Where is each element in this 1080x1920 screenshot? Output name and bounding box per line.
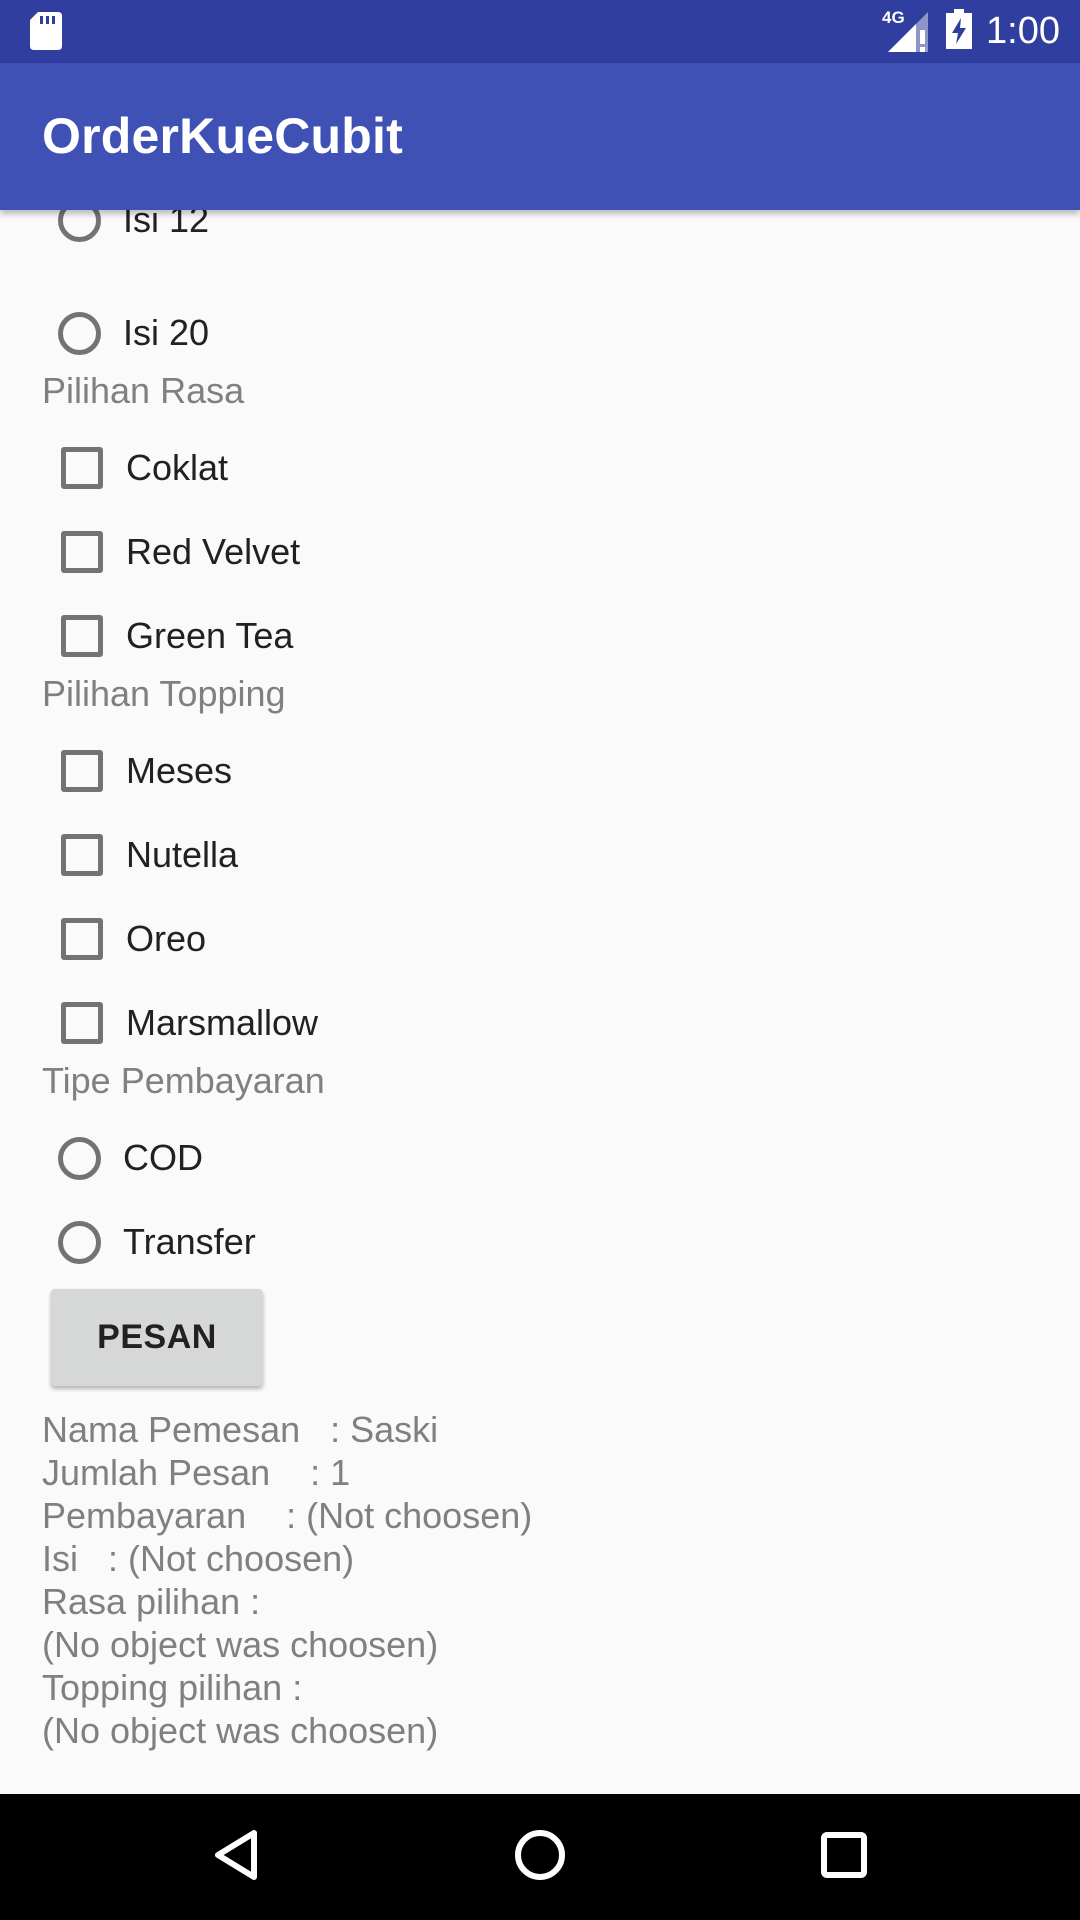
checkbox-green-tea[interactable]: Green Tea bbox=[42, 601, 293, 671]
section-label-pembayaran: Tipe Pembayaran bbox=[42, 1060, 325, 1101]
checkbox-icon[interactable] bbox=[61, 615, 103, 657]
radio-isi-20[interactable]: Isi 20 bbox=[42, 298, 209, 368]
checkbox-icon[interactable] bbox=[61, 834, 103, 876]
checkbox-meses[interactable]: Meses bbox=[42, 736, 232, 806]
summary-line: Rasa pilihan : bbox=[42, 1581, 261, 1622]
signal-icon: 4G bbox=[882, 7, 932, 54]
checkbox-oreo[interactable]: Oreo bbox=[42, 904, 206, 974]
radio-button-icon[interactable] bbox=[58, 210, 101, 242]
back-icon bbox=[212, 1829, 260, 1886]
radio-cod[interactable]: COD bbox=[42, 1123, 203, 1193]
order-form[interactable]: Isi 12 Isi 20 Pilihan Rasa Coklat Red Ve… bbox=[0, 210, 1080, 1794]
radio-transfer[interactable]: Transfer bbox=[42, 1207, 256, 1277]
checkbox-coklat[interactable]: Coklat bbox=[42, 433, 228, 503]
checkbox-icon[interactable] bbox=[61, 918, 103, 960]
radio-label: Transfer bbox=[123, 1221, 256, 1262]
checkbox-label: Meses bbox=[126, 750, 233, 791]
section-label-rasa: Pilihan Rasa bbox=[42, 370, 245, 411]
recents-button[interactable] bbox=[784, 1794, 904, 1920]
status-icons: 4G 1:00 bbox=[882, 0, 1060, 63]
battery-icon bbox=[946, 9, 973, 54]
checkbox-icon[interactable] bbox=[61, 1002, 103, 1044]
network-type-label: 4G bbox=[882, 7, 905, 27]
radio-isi-12[interactable]: Isi 12 bbox=[42, 210, 209, 255]
radio-button-icon[interactable] bbox=[58, 1136, 101, 1180]
back-button[interactable] bbox=[176, 1794, 296, 1920]
app-title: OrderKueCubit bbox=[42, 108, 403, 164]
radio-button-icon[interactable] bbox=[58, 311, 101, 355]
summary-line: Isi : (Not choosen) bbox=[42, 1538, 355, 1579]
checkbox-label: Marsmallow bbox=[126, 1002, 319, 1043]
summary-line: Pembayaran : (Not choosen) bbox=[42, 1495, 533, 1536]
checkbox-label: Nutella bbox=[126, 834, 239, 875]
radio-label: COD bbox=[123, 1137, 203, 1178]
radio-label: Isi 12 bbox=[123, 210, 210, 240]
home-button[interactable] bbox=[480, 1794, 600, 1920]
pesan-button[interactable]: PESAN bbox=[51, 1289, 263, 1386]
home-icon bbox=[514, 1829, 566, 1886]
checkbox-icon[interactable] bbox=[61, 531, 103, 573]
order-summary: Nama Pemesan : Saski Jumlah Pesan : 1 Pe… bbox=[42, 1408, 532, 1752]
recents-icon bbox=[821, 1831, 867, 1883]
navigation-bar bbox=[0, 1794, 1080, 1920]
summary-line: Topping pilihan : bbox=[42, 1667, 303, 1708]
checkbox-marsmallow[interactable]: Marsmallow bbox=[42, 988, 318, 1058]
checkbox-label: Red Velvet bbox=[126, 531, 301, 572]
checkbox-label: Coklat bbox=[126, 447, 229, 488]
summary-line: Jumlah Pesan : 1 bbox=[42, 1452, 351, 1493]
summary-line: (No object was choosen) bbox=[42, 1710, 439, 1751]
checkbox-nutella[interactable]: Nutella bbox=[42, 820, 238, 890]
radio-button-icon[interactable] bbox=[58, 1220, 101, 1264]
status-time: 1:00 bbox=[986, 10, 1060, 52]
section-label-topping: Pilihan Topping bbox=[42, 673, 286, 714]
status-bar: 4G 1:00 bbox=[0, 0, 1080, 63]
summary-line: (No object was choosen) bbox=[42, 1624, 439, 1665]
checkbox-label: Green Tea bbox=[126, 615, 294, 656]
sd-card-icon bbox=[30, 12, 62, 50]
checkbox-red-velvet[interactable]: Red Velvet bbox=[42, 517, 300, 587]
app-bar: OrderKueCubit bbox=[0, 63, 1080, 210]
radio-label: Isi 20 bbox=[123, 312, 210, 353]
summary-line: Nama Pemesan : Saski bbox=[42, 1409, 439, 1450]
checkbox-icon[interactable] bbox=[61, 447, 103, 489]
checkbox-icon[interactable] bbox=[61, 750, 103, 792]
checkbox-label: Oreo bbox=[126, 918, 207, 959]
